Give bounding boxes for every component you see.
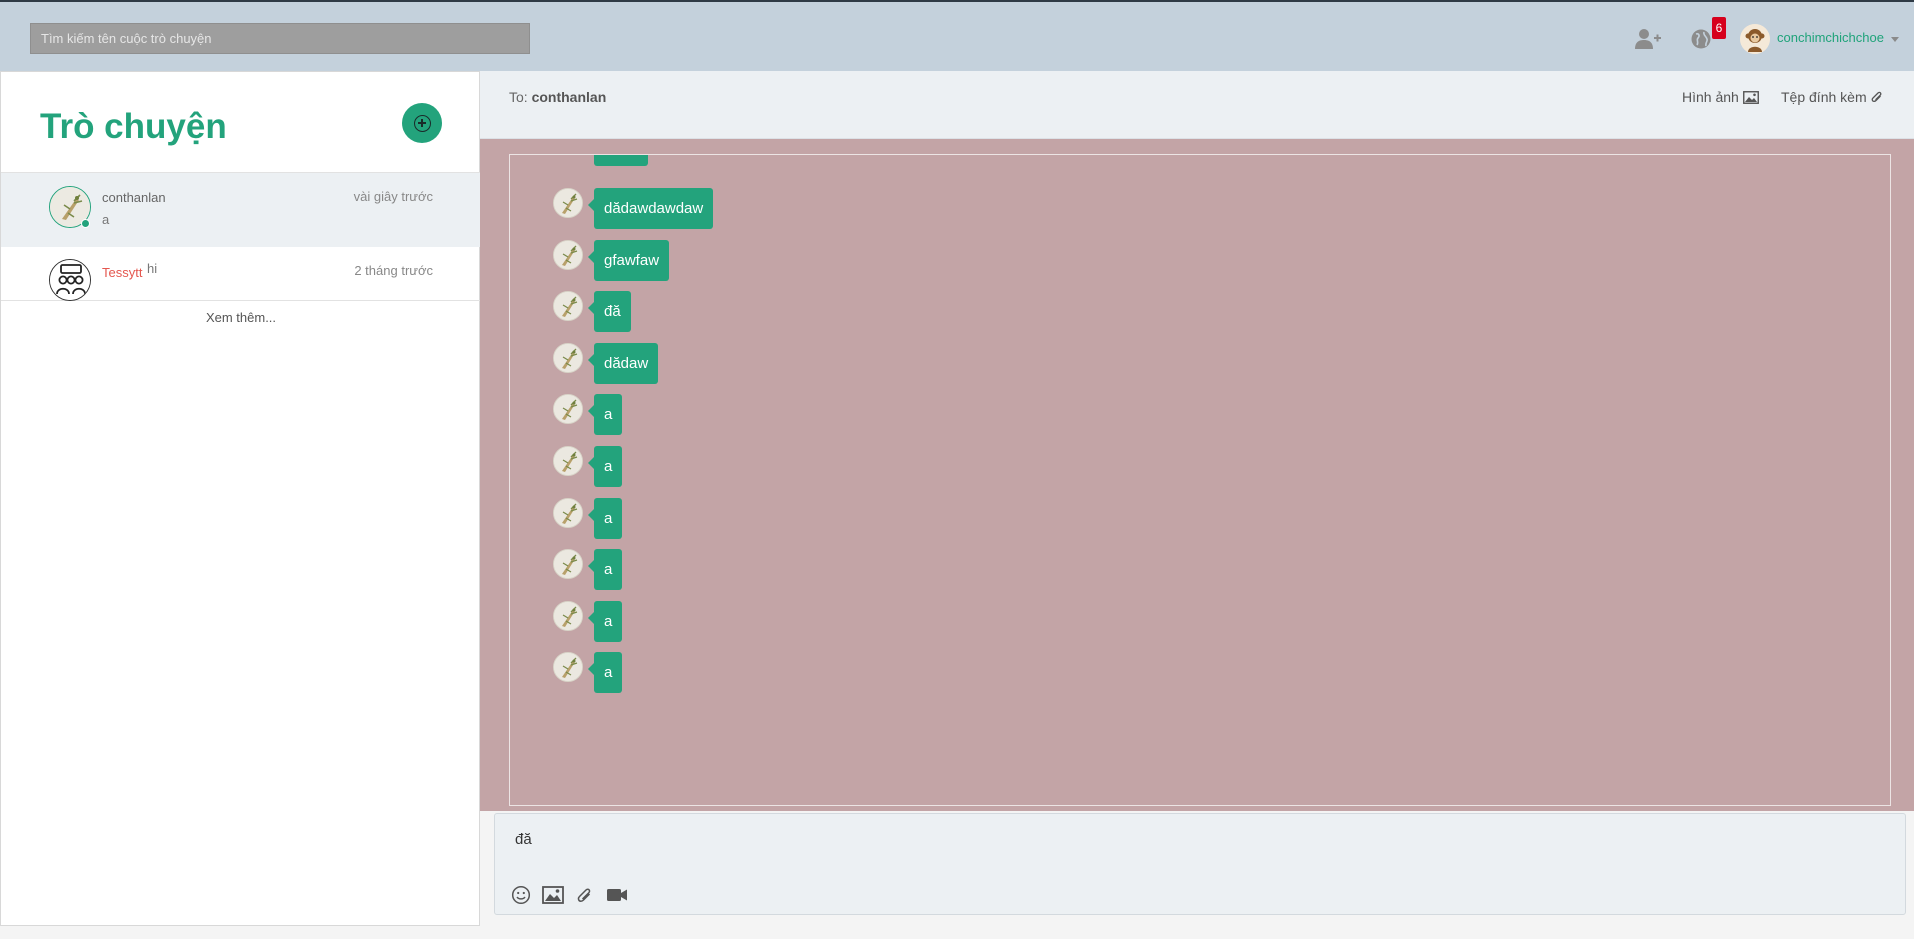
image-icon[interactable]: [541, 884, 565, 906]
conversation-time: vài giây trước: [353, 189, 433, 204]
message-bubble: a: [587, 600, 623, 642]
username-menu[interactable]: conchimchichchoe: [1777, 30, 1884, 45]
recipient-name: conthanlan: [531, 89, 607, 105]
avatar: [553, 291, 583, 322]
recipient-label: To: conthanlan: [509, 89, 606, 105]
message-bubble: dădaw: [587, 342, 659, 384]
avatar: [553, 652, 583, 683]
message-bubble: a: [587, 549, 623, 591]
message-bubble: đă: [588, 291, 631, 333]
online-status-dot: [81, 219, 90, 228]
page-footer: [0, 926, 1914, 939]
add-friend-icon[interactable]: [1633, 26, 1663, 52]
group-avatar: [49, 259, 91, 301]
message-bubble: a: [587, 394, 623, 436]
avatar: [553, 239, 583, 270]
search-input[interactable]: [30, 23, 530, 54]
image-icon: [1742, 90, 1759, 104]
conversation-item-conthanlan[interactable]: conthanlan a vài giây trước: [1, 173, 481, 247]
message-bubble: a: [587, 652, 623, 694]
user-avatar[interactable]: [1740, 24, 1770, 54]
emoji-icon[interactable]: [509, 884, 533, 906]
avatar: [553, 188, 583, 218]
new-conversation-button[interactable]: [402, 103, 442, 143]
message-bubble: gfawfaw: [587, 239, 670, 281]
conversation-time: 2 tháng trước: [354, 263, 433, 278]
message-bubble: [594, 155, 648, 166]
video-icon[interactable]: [605, 884, 629, 906]
paperclip-icon: [1871, 91, 1882, 103]
conversation-sidebar: Trò chuyện conthanlan a vài giây trước T…: [0, 71, 481, 926]
attachments-label: Tệp đính kèm: [1781, 89, 1867, 105]
paperclip-icon[interactable]: [573, 884, 597, 906]
avatar: [553, 394, 583, 425]
conversation-last-message: a: [102, 212, 110, 227]
chat-header: To: conthanlan Hình ảnh Tệp đính kèm: [480, 71, 1914, 139]
conversation-name: Tessytt: [102, 265, 143, 280]
conversation-name: conthanlan: [102, 190, 166, 205]
avatar: [553, 549, 583, 580]
images-label: Hình ảnh: [1682, 89, 1739, 105]
message-bubble: a: [587, 446, 623, 487]
avatar: [553, 600, 583, 631]
sidebar-title: Trò chuyện: [40, 107, 227, 146]
message-bubble: dădawdawdaw: [587, 188, 714, 229]
top-navbar: 6 conchimchichchoe: [0, 0, 1914, 71]
avatar: [553, 497, 583, 528]
message-area[interactable]: dădawdawdaw gfawfaw đă dădaw a a a a a a: [480, 139, 1914, 811]
avatar: [553, 342, 583, 373]
attachments-tab[interactable]: Tệp đính kèm: [1781, 89, 1883, 105]
to-label: To:: [509, 89, 528, 105]
see-more-link[interactable]: Xem thêm...: [1, 310, 481, 325]
chevron-down-icon[interactable]: [1891, 37, 1899, 42]
conversation-item-tessytt[interactable]: Tessytt hi 2 tháng trước: [1, 247, 481, 301]
message-composer: [494, 813, 1906, 915]
notification-badge: 6: [1712, 17, 1726, 39]
message-input[interactable]: [515, 824, 1885, 854]
plus-circle-icon: [413, 114, 431, 132]
conversation-last-message: hi: [147, 261, 158, 276]
message-bubble: a: [587, 497, 623, 539]
message-list: dădawdawdaw gfawfaw đă dădaw a a a a a a: [509, 154, 1891, 806]
avatar: [553, 446, 583, 476]
images-tab[interactable]: Hình ảnh: [1682, 89, 1759, 105]
